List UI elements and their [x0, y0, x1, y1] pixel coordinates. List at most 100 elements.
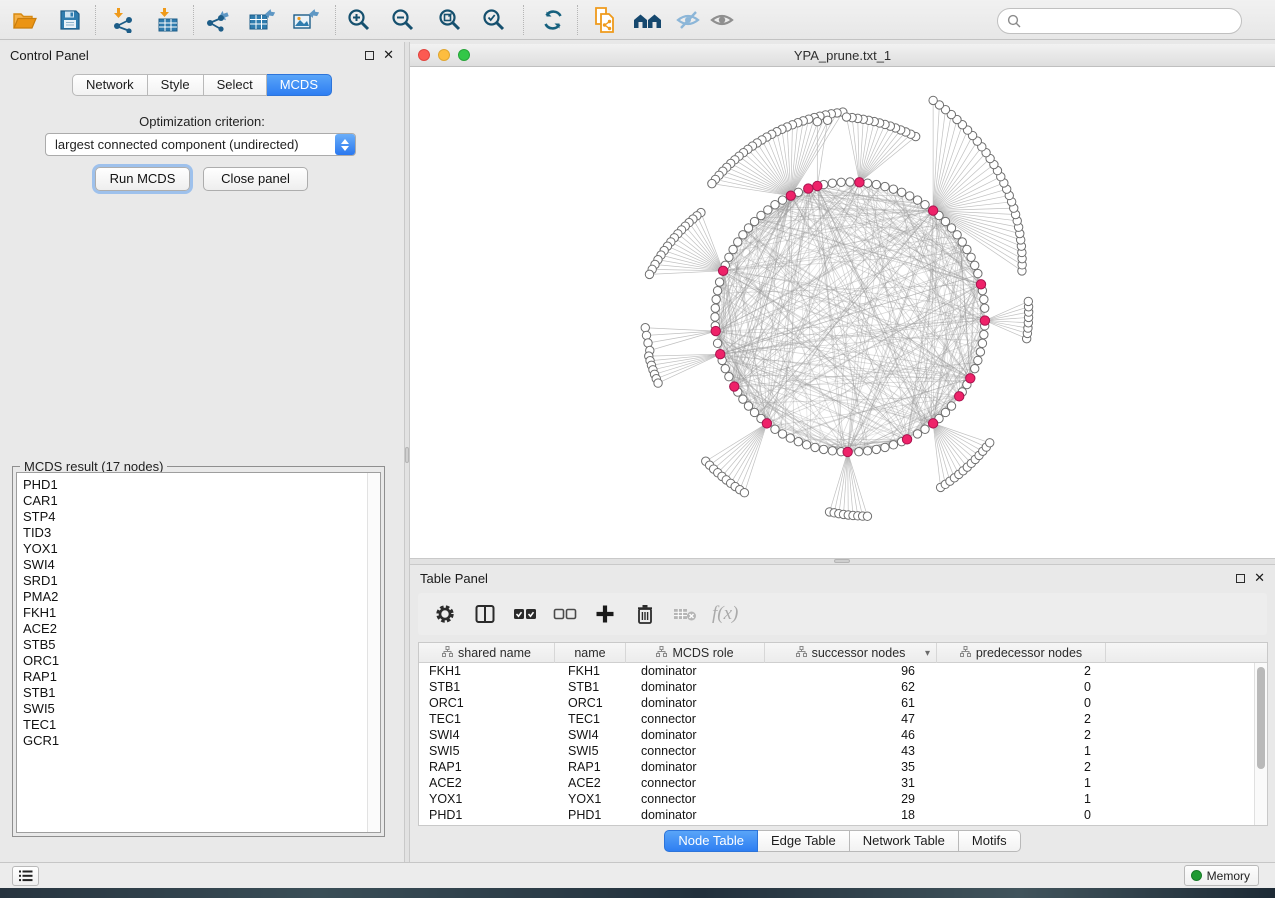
run-mcds-button[interactable]: Run MCDS — [95, 167, 190, 191]
hide-selected-icon[interactable] — [674, 6, 704, 34]
column-header-predecessor-nodes[interactable]: predecessor nodes — [937, 643, 1106, 663]
control-panel: Control Panel ✕ NetworkStyleSelectMCDS O… — [0, 42, 404, 862]
table-row-STB1[interactable]: STB1STB1dominator620 — [419, 679, 1254, 695]
search-icon — [1007, 14, 1021, 28]
table-row-RAP1[interactable]: RAP1RAP1dominator352 — [419, 759, 1254, 775]
status-bar: Memory — [0, 862, 1275, 888]
result-node-item[interactable]: TID3 — [17, 525, 366, 541]
tab-select[interactable]: Select — [204, 74, 267, 96]
zoom-fit-icon[interactable] — [435, 6, 465, 34]
column-header-successor-nodes[interactable]: successor nodes▾ — [765, 643, 937, 663]
tab-motifs[interactable]: Motifs — [959, 830, 1021, 852]
save-session-icon[interactable] — [55, 6, 85, 34]
column-header-filler — [1106, 643, 1267, 663]
table-row-PHD1[interactable]: PHD1PHD1dominator180 — [419, 807, 1254, 823]
deselect-all-rows-icon[interactable] — [552, 601, 578, 627]
export-table-icon[interactable] — [246, 6, 276, 34]
task-history-button[interactable] — [12, 866, 39, 886]
toolbar-separator — [335, 5, 336, 35]
result-node-item[interactable]: STB1 — [17, 685, 366, 701]
tab-network[interactable]: Network — [72, 74, 148, 96]
tab-mcds[interactable]: MCDS — [267, 74, 332, 96]
delete-column-trash-icon[interactable] — [632, 601, 658, 627]
result-node-item[interactable]: SWI5 — [17, 701, 366, 717]
import-network-icon[interactable] — [108, 6, 138, 34]
tab-node-table[interactable]: Node Table — [664, 830, 758, 852]
table-type-tabs: Node TableEdge TableNetwork TableMotifs — [410, 830, 1275, 852]
mcds-result-list[interactable]: PHD1CAR1STP4TID3YOX1SWI4SRD1PMA2FKH1ACE2… — [16, 472, 381, 833]
table-row-FKH1[interactable]: FKH1FKH1dominator962 — [419, 663, 1254, 679]
horizontal-splitter[interactable] — [410, 558, 1275, 565]
table-row-SWI5[interactable]: SWI5SWI5connector431 — [419, 743, 1254, 759]
table-settings-gear-icon[interactable] — [432, 601, 458, 627]
float-panel-icon[interactable] — [365, 51, 374, 60]
toolbar-separator — [193, 5, 194, 35]
tab-style[interactable]: Style — [148, 74, 204, 96]
table-scrollbar[interactable] — [1254, 663, 1267, 825]
network-window-titlebar[interactable]: YPA_prune.txt_1 — [410, 44, 1275, 67]
zoom-selected-icon[interactable] — [479, 6, 509, 34]
float-table-panel-icon[interactable] — [1236, 574, 1245, 583]
scrollbar-thumb[interactable] — [1257, 667, 1265, 769]
table-row-ORC1[interactable]: ORC1ORC1dominator610 — [419, 695, 1254, 711]
table-row-TEC1[interactable]: TEC1TEC1connector472 — [419, 711, 1254, 727]
result-node-item[interactable]: FKH1 — [17, 605, 366, 621]
search-field[interactable] — [1027, 14, 1241, 29]
result-node-item[interactable]: GCR1 — [17, 733, 366, 749]
result-node-item[interactable]: ORC1 — [17, 653, 366, 669]
export-network-icon[interactable] — [202, 6, 232, 34]
memory-label: Memory — [1207, 869, 1250, 883]
first-neighbors-icon[interactable] — [633, 6, 663, 34]
result-node-item[interactable]: STB5 — [17, 637, 366, 653]
control-panel-tabs: NetworkStyleSelectMCDS — [0, 74, 404, 96]
table-row-ACE2[interactable]: ACE2ACE2connector311 — [419, 775, 1254, 791]
table-toolbar: f(x) — [418, 593, 1267, 635]
tab-network-table[interactable]: Network Table — [850, 830, 959, 852]
select-all-rows-icon[interactable] — [512, 601, 538, 627]
result-node-item[interactable]: PMA2 — [17, 589, 366, 605]
refresh-icon[interactable] — [538, 6, 568, 34]
result-node-item[interactable]: RAP1 — [17, 669, 366, 685]
show-all-icon[interactable] — [708, 6, 738, 34]
close-panel-button[interactable]: Close panel — [203, 167, 308, 191]
copy-style-icon[interactable] — [590, 6, 620, 34]
toolbar-separator — [95, 5, 96, 35]
mcds-result-groupbox: MCDS result (17 nodes) PHD1CAR1STP4TID3Y… — [12, 466, 385, 837]
table-row-SWI4[interactable]: SWI4SWI4dominator462 — [419, 727, 1254, 743]
zoom-in-icon[interactable] — [344, 6, 374, 34]
control-panel-title: Control Panel — [10, 48, 89, 63]
result-node-item[interactable]: TEC1 — [17, 717, 366, 733]
column-header-shared-name[interactable]: shared name — [419, 643, 555, 663]
result-node-item[interactable]: STP4 — [17, 509, 366, 525]
dropdown-stepper-icon — [335, 134, 355, 155]
column-header-name[interactable]: name — [555, 643, 626, 663]
result-node-item[interactable]: PHD1 — [17, 477, 366, 493]
table-row-YOX1[interactable]: YOX1YOX1connector291 — [419, 791, 1254, 807]
shared-column-icon — [656, 646, 667, 660]
function-builder-icon-disabled: f(x) — [712, 603, 738, 625]
search-input[interactable] — [997, 8, 1242, 34]
table-header-row: shared namenameMCDS rolesuccessor nodes▾… — [419, 643, 1267, 663]
result-scrollbar[interactable] — [367, 473, 380, 832]
result-node-item[interactable]: SRD1 — [17, 573, 366, 589]
tab-edge-table[interactable]: Edge Table — [758, 830, 850, 852]
toolbar-separator — [523, 5, 524, 35]
column-header-MCDS-role[interactable]: MCDS role — [626, 643, 765, 663]
optimization-label: Optimization criterion: — [0, 114, 404, 129]
show-column-panel-icon[interactable] — [472, 601, 498, 627]
close-table-panel-icon[interactable]: ✕ — [1254, 573, 1265, 583]
add-column-icon[interactable] — [592, 601, 618, 627]
network-canvas[interactable] — [410, 67, 1275, 558]
import-table-icon[interactable] — [153, 6, 183, 34]
zoom-out-icon[interactable] — [388, 6, 418, 34]
result-node-item[interactable]: YOX1 — [17, 541, 366, 557]
result-node-item[interactable]: SWI4 — [17, 557, 366, 573]
export-image-icon[interactable] — [290, 6, 320, 34]
result-node-item[interactable]: ACE2 — [17, 621, 366, 637]
close-panel-icon[interactable]: ✕ — [383, 50, 394, 60]
open-session-icon[interactable] — [9, 6, 39, 34]
result-node-item[interactable]: CAR1 — [17, 493, 366, 509]
memory-button[interactable]: Memory — [1184, 865, 1259, 886]
criterion-dropdown[interactable]: largest connected component (undirected) — [45, 133, 356, 156]
network-graph[interactable] — [410, 67, 1275, 558]
